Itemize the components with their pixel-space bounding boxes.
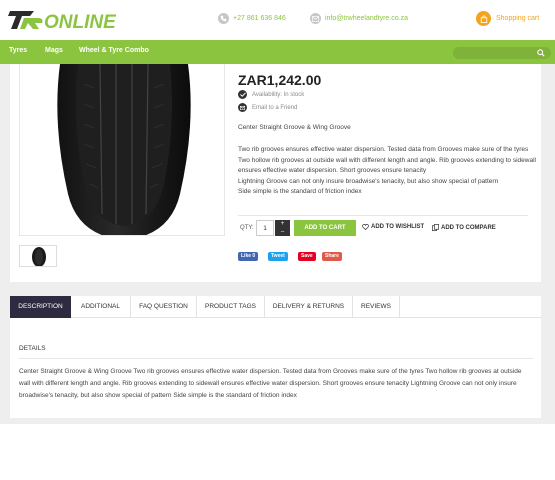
product-short-description: Center Straight Groove & Wing Groove bbox=[238, 124, 351, 131]
nav-item-tyres[interactable]: Tyres bbox=[9, 47, 27, 54]
cart-icon bbox=[476, 11, 491, 26]
nav-item-mags[interactable]: Mags bbox=[45, 47, 63, 54]
description-line: Lightning Groove can not only insure bro… bbox=[238, 177, 499, 185]
tab-reviews[interactable]: REVIEWS bbox=[353, 296, 400, 318]
share-button[interactable]: Share bbox=[322, 252, 342, 261]
details-heading: DETAILS bbox=[19, 345, 46, 352]
email-friend-link[interactable]: Email to a Friend bbox=[238, 103, 297, 112]
tab-product-tags[interactable]: PRODUCT TAGS bbox=[197, 296, 265, 318]
add-to-compare-link[interactable]: ADD TO COMPARE bbox=[432, 224, 496, 231]
add-to-cart-button[interactable]: ADD TO CART bbox=[294, 220, 356, 236]
tab-delivery-returns[interactable]: DELIVERY & RETURNS bbox=[265, 296, 353, 318]
quantity-increase-button[interactable]: + bbox=[275, 220, 290, 228]
tweet-button[interactable]: Tweet bbox=[268, 252, 288, 261]
compare-label: ADD TO COMPARE bbox=[441, 224, 496, 231]
email-icon bbox=[310, 13, 321, 24]
phone-contact[interactable]: +27 861 636 846 bbox=[218, 13, 286, 24]
tyre-image bbox=[57, 64, 191, 235]
envelope-icon bbox=[238, 103, 247, 112]
facebook-like-button[interactable]: Like 0 bbox=[238, 252, 259, 261]
quantity-label: QTY: bbox=[240, 225, 254, 231]
quantity-input[interactable]: 1 bbox=[256, 220, 274, 236]
add-to-wishlist-link[interactable]: ADD TO WISHLIST bbox=[362, 224, 424, 230]
availability-text: Availability: In stock bbox=[252, 91, 305, 98]
cart-label: Shopping cart bbox=[496, 15, 540, 22]
email-friend-label: Email to a Friend bbox=[252, 104, 298, 111]
heart-icon bbox=[362, 224, 369, 230]
nav-item-wheel-tyre-combo[interactable]: Wheel & Tyre Combo bbox=[79, 47, 149, 54]
tyre-thumbnail-image bbox=[32, 247, 46, 266]
availability-status: Availability: In stock bbox=[238, 90, 304, 99]
product-price: ZAR1,242.00 bbox=[238, 72, 322, 88]
pinterest-save-button[interactable]: Save bbox=[298, 252, 316, 261]
phone-number: +27 861 636 846 bbox=[233, 15, 286, 22]
email-address: info@trwheelandtyre.co.za bbox=[325, 15, 408, 22]
compare-icon bbox=[432, 224, 439, 231]
svg-text:ONLINE: ONLINE bbox=[44, 12, 117, 32]
search-input[interactable] bbox=[453, 47, 551, 59]
divider bbox=[238, 215, 528, 216]
site-logo[interactable]: ONLINE bbox=[8, 8, 126, 32]
product-thumbnail[interactable] bbox=[19, 245, 57, 267]
quantity-decrease-button[interactable]: – bbox=[275, 228, 290, 236]
phone-icon bbox=[218, 13, 229, 24]
tab-additional[interactable]: ADDITIONAL bbox=[71, 296, 131, 318]
description-line: Two rib grooves ensures effective water … bbox=[238, 146, 529, 153]
description-line: Two hollow rib grooves at outside wall w… bbox=[238, 156, 536, 175]
shopping-cart-link[interactable]: Shopping cart bbox=[476, 11, 539, 26]
email-contact[interactable]: info@trwheelandtyre.co.za bbox=[310, 13, 408, 24]
tab-faq-question[interactable]: FAQ QUESTION bbox=[131, 296, 197, 318]
details-divider bbox=[19, 358, 533, 359]
details-text: Center Straight Groove & Wing Groove Two… bbox=[19, 368, 522, 399]
search-icon[interactable] bbox=[537, 49, 545, 57]
description-line: Side simple is the standard of friction … bbox=[238, 188, 362, 195]
product-description: Two rib grooves ensures effective water … bbox=[238, 145, 538, 198]
tab-description[interactable]: DESCRIPTION bbox=[10, 296, 71, 318]
check-icon bbox=[238, 90, 247, 99]
product-image[interactable] bbox=[19, 64, 225, 236]
site-header: ONLINE +27 861 636 846 info@trwheelandty… bbox=[0, 0, 555, 40]
wishlist-label: ADD TO WISHLIST bbox=[371, 224, 425, 230]
